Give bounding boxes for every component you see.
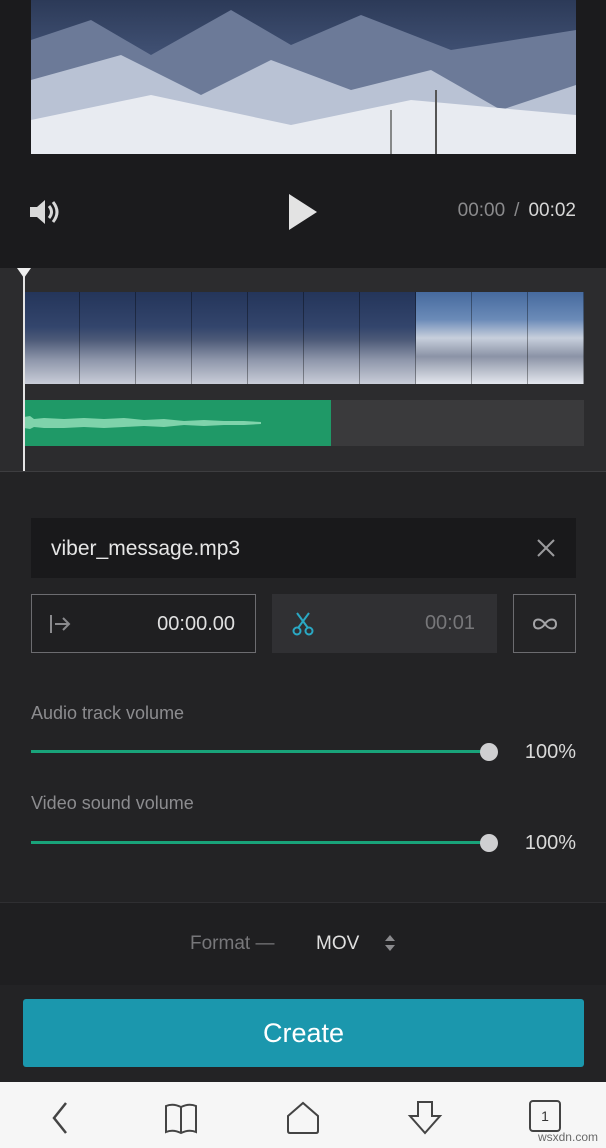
total-time: 00:02 (528, 200, 576, 221)
audio-end-time: 00:01 (424, 612, 475, 634)
video-sound-volume-handle[interactable] (480, 834, 498, 852)
download-icon (407, 1101, 443, 1135)
video-preview-frame (31, 0, 576, 154)
audio-start-time: 00:00.00 (157, 613, 235, 635)
speaker-icon (30, 200, 59, 224)
video-thumbnail (528, 292, 584, 384)
video-thumbnail (304, 292, 360, 384)
video-sound-volume-value: 100% (524, 832, 576, 854)
back-arrow-icon (52, 1102, 67, 1134)
browser-toolbar: 1 wsxdn.com (0, 1082, 606, 1148)
time-display: 00:00 / 00:02 (458, 200, 576, 222)
create-button[interactable]: Create (23, 999, 584, 1067)
infinity-icon (532, 618, 558, 630)
format-select[interactable]: MOV (316, 933, 359, 955)
video-thumbnail (248, 292, 304, 384)
loop-toggle-button[interactable] (513, 594, 576, 653)
audio-track[interactable] (24, 400, 584, 446)
video-thumbnail (360, 292, 416, 384)
create-area: Create (0, 985, 606, 1082)
format-label: Format — (190, 933, 275, 954)
audio-track-volume-value: 100% (524, 741, 576, 763)
audio-waveform (24, 416, 261, 429)
video-thumbnail (192, 292, 248, 384)
video-sound-volume-label: Video sound volume (31, 793, 194, 813)
video-thumbnail (80, 292, 136, 384)
timeline[interactable] (0, 268, 606, 472)
play-icon (289, 194, 317, 230)
audio-track-volume-handle[interactable] (480, 743, 498, 761)
audio-file-name: viber_message.mp3 (51, 537, 241, 560)
playhead[interactable] (23, 268, 25, 471)
play-button[interactable] (285, 190, 321, 234)
audio-file-row: viber_message.mp3 (31, 518, 576, 578)
video-thumbnail (136, 292, 192, 384)
audio-trim-field[interactable]: 00:01 (272, 594, 497, 653)
audio-start-field[interactable]: 00:00.00 (31, 594, 256, 653)
video-sound-volume-slider[interactable] (31, 841, 489, 844)
browser-back-button[interactable] (42, 1100, 78, 1136)
current-time: 00:00 (457, 200, 506, 221)
up-down-arrows-icon[interactable] (384, 933, 396, 953)
format-selector-bar: Format — MOV (0, 902, 606, 986)
home-icon (287, 1101, 319, 1134)
scissors-icon (292, 612, 314, 636)
video-thumbnail (24, 292, 80, 384)
playhead-handle[interactable] (17, 268, 31, 278)
remove-audio-button[interactable] (534, 536, 558, 560)
video-preview-area: 00:00 / 00:02 (0, 0, 606, 268)
book-icon (165, 1103, 197, 1135)
watermark: wsxdn.com (537, 1130, 598, 1144)
volume-button[interactable] (28, 196, 62, 228)
audio-track-volume-label: Audio track volume (31, 703, 185, 723)
audio-clip[interactable] (24, 400, 331, 446)
start-position-icon (50, 615, 71, 633)
video-thumbnail (416, 292, 472, 384)
tab-count-badge: 1 (529, 1100, 561, 1132)
browser-home-button[interactable] (285, 1100, 321, 1136)
browser-bookmarks-button[interactable] (163, 1100, 199, 1136)
video-thumbnail (472, 292, 528, 384)
close-icon (537, 539, 555, 557)
time-separator: / (514, 200, 520, 221)
browser-download-button[interactable] (407, 1100, 443, 1136)
audio-track-volume-slider[interactable] (31, 750, 489, 753)
video-track[interactable] (24, 292, 584, 384)
